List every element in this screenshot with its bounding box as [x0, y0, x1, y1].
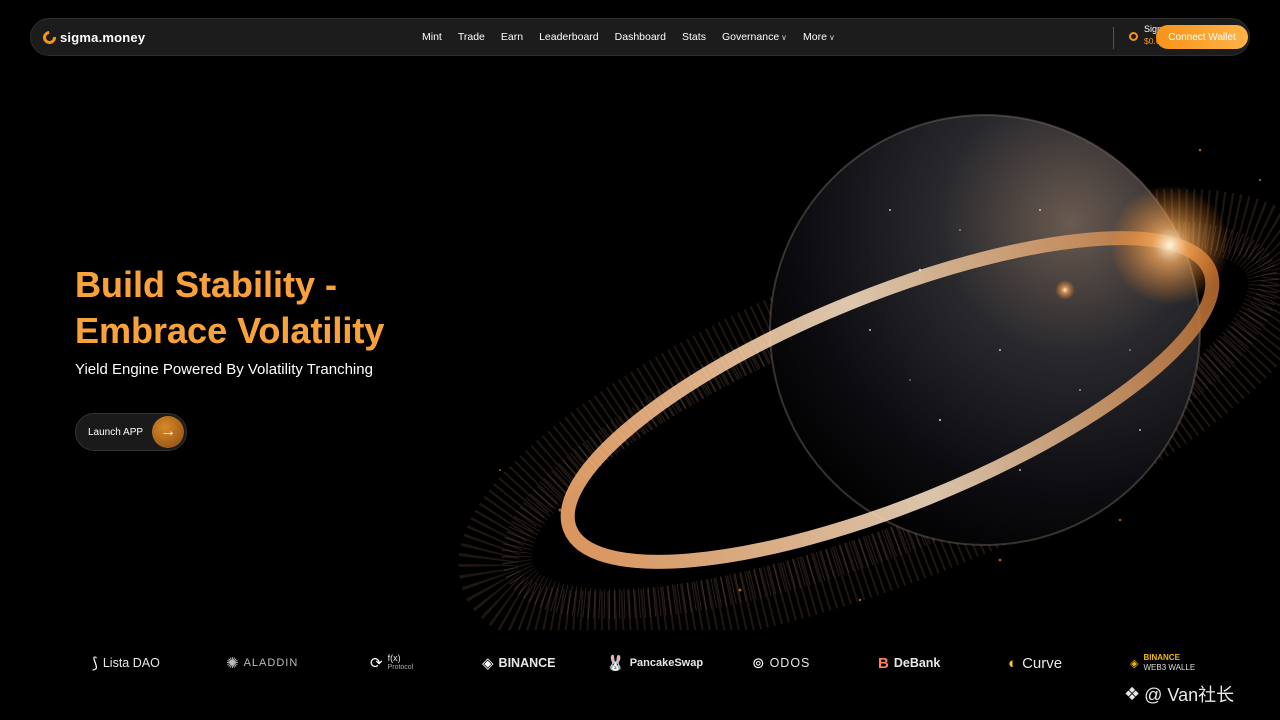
nav-item-earn[interactable]: Earn: [501, 31, 523, 43]
fx-icon: ⟳: [370, 655, 383, 672]
partner-debank: B DeBank: [878, 654, 941, 672]
planet-illustration: [458, 114, 1280, 630]
nav-item-mint[interactable]: Mint: [422, 31, 442, 43]
partner-odos: ⊚ ODOS: [752, 655, 811, 672]
partner-aladdin: ✺ ALADDIN: [226, 655, 299, 672]
brand-logo[interactable]: sigma.money: [40, 19, 146, 55]
binance-icon: ◈: [482, 655, 494, 672]
odos-icon: ⊚: [752, 655, 765, 672]
partner-binance: ◈ BINANCE: [482, 655, 556, 672]
launch-app-label: Launch APP: [88, 426, 144, 438]
hero-subtitle: Yield Engine Powered By Volatility Tranc…: [75, 361, 373, 378]
pancake-icon: 🐰: [606, 655, 625, 672]
sigma-token-icon: [1129, 31, 1138, 41]
brand-name: sigma.money: [60, 29, 146, 45]
nav-item-trade[interactable]: Trade: [458, 31, 485, 43]
connect-wallet-button[interactable]: Connect Wallet: [1156, 25, 1248, 49]
nav-item-stats[interactable]: Stats: [682, 31, 706, 43]
watermark: ❖ @ Van社长: [1124, 681, 1234, 707]
nav-item-governance[interactable]: Governance ∨: [722, 31, 787, 43]
partner-binance-web3-wallet: ◈ BINANCE WEB3 WALLE: [1130, 653, 1196, 672]
launch-app-button[interactable]: Launch APP →: [75, 413, 187, 451]
partner-logos-strip: ⟆ Lista DAO ✺ ALADDIN ⟳ f(x) Protocol ◈ …: [0, 640, 1280, 690]
nav-item-dashboard[interactable]: Dashboard: [615, 31, 666, 43]
nav-item-leaderboard[interactable]: Leaderboard: [539, 31, 599, 43]
chevron-down-icon: ∨: [781, 32, 788, 42]
arrow-right-icon: →: [152, 416, 184, 448]
nav-links: Mint Trade Earn Leaderboard Dashboard St…: [422, 19, 851, 55]
lista-icon: ⟆: [92, 655, 98, 672]
sigma-logo-icon: [40, 27, 59, 47]
watermark-text: @ Van社长: [1144, 685, 1235, 705]
hero-title: Build Stability - Embrace Volatility: [75, 262, 384, 354]
aladdin-icon: ✺: [226, 655, 239, 672]
nav-item-governance-label: Governance: [721, 31, 780, 43]
watermark-icon: ❖: [1124, 683, 1141, 704]
curve-icon: ◐: [1008, 654, 1018, 672]
chevron-down-icon: ∨: [828, 32, 835, 42]
partner-pancakeswap: 🐰 PancakeSwap: [606, 655, 704, 672]
partner-lista-dao: ⟆ Lista DAO: [92, 655, 160, 672]
nav-item-more-label: More: [803, 31, 827, 43]
hero-title-line-2: Embrace Volatility: [75, 310, 385, 351]
nav-item-more[interactable]: More ∨: [803, 31, 835, 43]
nav-divider: [1113, 27, 1114, 49]
debank-icon: B: [878, 654, 889, 672]
top-navbar: sigma.money Mint Trade Earn Leaderboard …: [30, 18, 1250, 56]
partner-fx-protocol: ⟳ f(x) Protocol: [370, 653, 414, 673]
partner-curve: ◐ Curve: [1008, 654, 1063, 672]
hero-title-line-1: Build Stability -: [75, 264, 338, 305]
binance-web3-icon: ◈: [1130, 657, 1139, 670]
